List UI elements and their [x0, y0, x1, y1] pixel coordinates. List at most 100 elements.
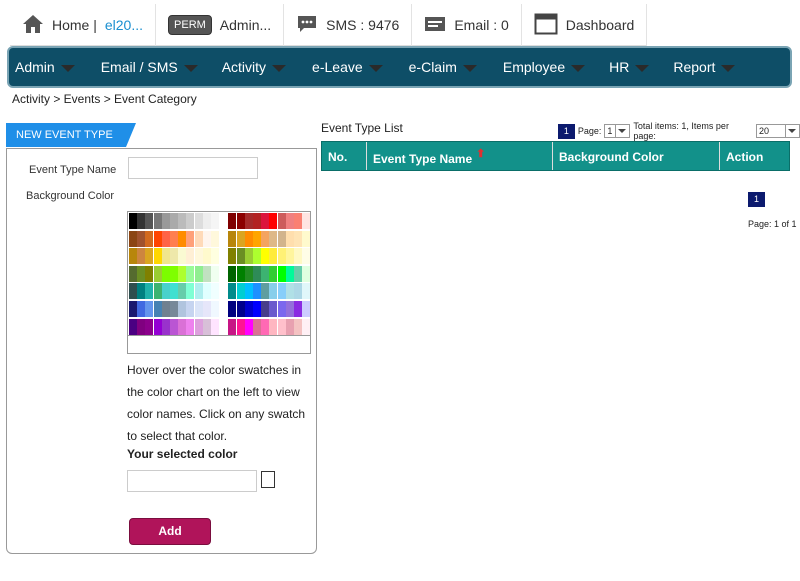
color-swatch[interactable]	[211, 265, 219, 282]
email-link[interactable]: Email : 0	[412, 4, 522, 46]
color-swatch[interactable]	[145, 301, 154, 317]
color-swatch[interactable]	[302, 213, 311, 229]
color-swatch[interactable]	[228, 248, 237, 265]
color-swatch[interactable]	[186, 230, 195, 247]
color-swatch[interactable]	[302, 318, 311, 335]
home-link[interactable]: Home | el20...	[10, 4, 157, 46]
color-swatch[interactable]	[145, 265, 154, 282]
color-swatch[interactable]	[194, 265, 203, 282]
color-swatch[interactable]	[129, 230, 137, 247]
color-swatch[interactable]	[285, 283, 294, 300]
color-swatch[interactable]	[178, 283, 187, 300]
add-button[interactable]: Add	[129, 518, 211, 545]
color-swatch[interactable]	[294, 265, 302, 282]
color-swatch[interactable]	[253, 213, 261, 229]
color-swatch[interactable]	[236, 248, 245, 265]
color-swatch[interactable]	[228, 265, 237, 282]
color-swatch[interactable]	[170, 318, 178, 335]
color-swatch[interactable]	[194, 230, 203, 247]
color-swatch[interactable]	[137, 283, 146, 300]
nav-e-claim[interactable]: e-Claim	[409, 59, 477, 75]
color-swatch[interactable]	[244, 283, 253, 300]
page-number-button[interactable]: 1	[748, 192, 765, 207]
color-swatch[interactable]	[161, 230, 170, 247]
color-swatch[interactable]	[253, 301, 261, 317]
event-type-name-input[interactable]	[128, 157, 258, 179]
color-swatch[interactable]	[285, 265, 294, 282]
color-swatch[interactable]	[202, 283, 211, 300]
color-swatch[interactable]	[129, 318, 137, 335]
color-swatch[interactable]	[202, 301, 211, 317]
color-swatch[interactable]	[269, 318, 278, 335]
sms-link[interactable]: SMS : 9476	[284, 4, 413, 46]
color-swatch[interactable]	[153, 301, 162, 317]
color-swatch[interactable]	[285, 248, 294, 265]
color-swatch[interactable]	[277, 213, 286, 229]
color-swatch[interactable]	[253, 248, 261, 265]
color-swatch[interactable]	[244, 248, 253, 265]
color-swatch[interactable]	[153, 283, 162, 300]
color-swatch[interactable]	[261, 230, 270, 247]
color-swatch[interactable]	[170, 230, 178, 247]
color-swatch[interactable]	[178, 301, 187, 317]
color-swatch[interactable]	[244, 301, 253, 317]
color-swatch[interactable]	[194, 283, 203, 300]
color-swatch[interactable]	[211, 213, 219, 229]
color-swatch[interactable]	[219, 213, 228, 229]
color-swatch[interactable]	[269, 283, 278, 300]
color-swatch[interactable]	[261, 283, 270, 300]
color-swatch[interactable]	[137, 230, 146, 247]
admin-menu[interactable]: PERM Admin...	[156, 4, 285, 46]
color-swatch[interactable]	[253, 230, 261, 247]
color-swatch[interactable]	[294, 213, 302, 229]
color-swatch[interactable]	[269, 230, 278, 247]
color-swatch[interactable]	[170, 301, 178, 317]
color-swatch[interactable]	[219, 318, 228, 335]
color-swatch[interactable]	[302, 283, 311, 300]
color-swatch[interactable]	[145, 283, 154, 300]
color-swatch[interactable]	[285, 230, 294, 247]
color-swatch[interactable]	[161, 318, 170, 335]
color-swatch[interactable]	[302, 248, 311, 265]
page-select[interactable]: 1	[604, 124, 631, 138]
color-swatch[interactable]	[228, 283, 237, 300]
color-swatch[interactable]	[228, 213, 237, 229]
color-swatch[interactable]	[153, 265, 162, 282]
nav-admin[interactable]: Admin	[15, 59, 75, 75]
color-swatch[interactable]	[129, 265, 137, 282]
color-swatch[interactable]	[161, 213, 170, 229]
color-swatch[interactable]	[261, 265, 270, 282]
color-swatch[interactable]	[211, 283, 219, 300]
color-swatch[interactable]	[186, 248, 195, 265]
selected-color-input[interactable]	[127, 470, 257, 492]
color-swatch[interactable]	[244, 213, 253, 229]
column-no[interactable]: No.	[322, 142, 367, 170]
color-swatch[interactable]	[170, 283, 178, 300]
color-swatch[interactable]	[153, 230, 162, 247]
color-swatch[interactable]	[129, 248, 137, 265]
color-swatch[interactable]	[194, 318, 203, 335]
color-swatch[interactable]	[285, 213, 294, 229]
color-swatch[interactable]	[170, 248, 178, 265]
color-swatch[interactable]	[219, 265, 228, 282]
color-swatch[interactable]	[302, 265, 311, 282]
color-swatch[interactable]	[170, 265, 178, 282]
column-event-type-name[interactable]: Event Type Name ⬆	[367, 142, 553, 170]
color-swatch[interactable]	[186, 301, 195, 317]
color-swatch[interactable]	[269, 265, 278, 282]
color-swatch[interactable]	[294, 248, 302, 265]
color-swatch[interactable]	[129, 213, 137, 229]
color-swatch[interactable]	[236, 213, 245, 229]
color-swatch[interactable]	[228, 301, 237, 317]
color-swatch[interactable]	[269, 301, 278, 317]
color-swatch[interactable]	[145, 213, 154, 229]
color-swatch[interactable]	[277, 283, 286, 300]
color-swatch[interactable]	[161, 248, 170, 265]
color-swatch[interactable]	[302, 230, 311, 247]
color-swatch[interactable]	[211, 318, 219, 335]
new-event-type-tab[interactable]: NEW EVENT TYPE	[6, 123, 136, 147]
dashboard-link[interactable]: Dashboard	[522, 4, 648, 46]
color-swatch[interactable]	[178, 248, 187, 265]
color-swatch[interactable]	[244, 230, 253, 247]
nav-hr[interactable]: HR	[609, 59, 650, 75]
